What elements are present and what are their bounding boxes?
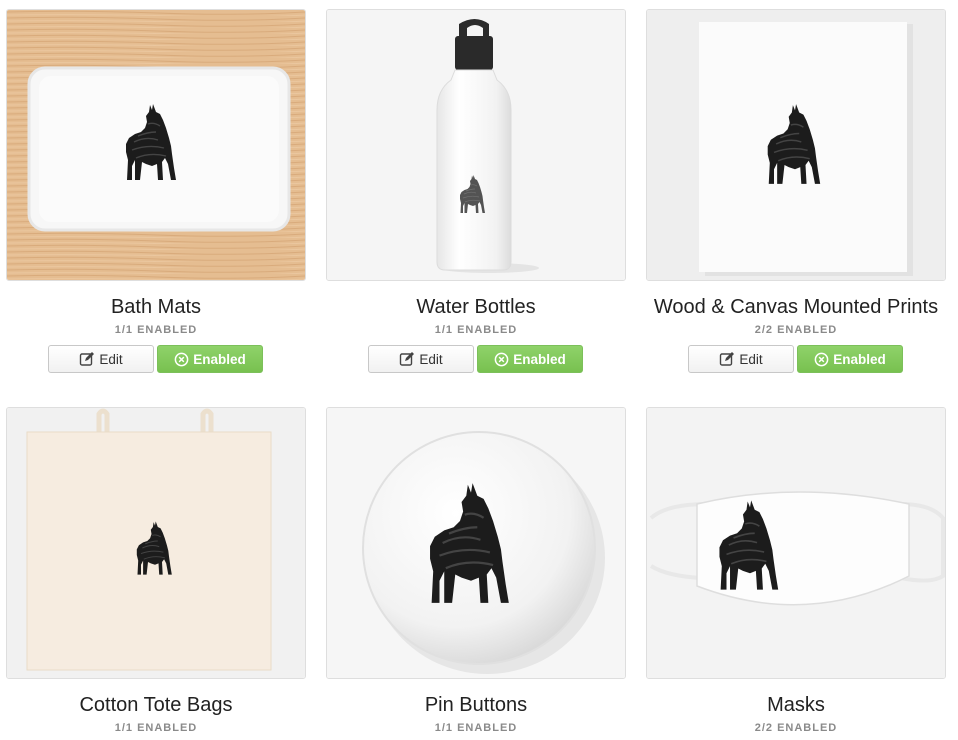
- product-title: Water Bottles: [416, 296, 536, 318]
- close-circle-icon: [814, 352, 829, 367]
- product-title: Pin Buttons: [424, 694, 528, 716]
- product-title: Wood & Canvas Mounted Prints: [653, 296, 939, 318]
- edit-icon: [399, 351, 415, 367]
- edit-icon: [79, 351, 95, 367]
- edit-button-label: Edit: [739, 351, 763, 367]
- product-image-bath-mat[interactable]: [6, 9, 306, 281]
- product-image-water-bottle[interactable]: [326, 9, 626, 281]
- product-image-pin-button[interactable]: [326, 407, 626, 679]
- product-image-mask[interactable]: [646, 407, 946, 679]
- product-title: Bath Mats: [110, 296, 202, 318]
- product-grid: Bath Mats 1/1 ENABLED Edit Enabled Water…: [0, 0, 958, 740]
- enabled-count: 1/1 ENABLED: [434, 324, 518, 336]
- enabled-toggle-button[interactable]: Enabled: [477, 345, 583, 373]
- edit-icon: [719, 351, 735, 367]
- edit-button-label: Edit: [99, 351, 123, 367]
- edit-button[interactable]: Edit: [48, 345, 154, 373]
- enabled-count: 2/2 ENABLED: [754, 324, 838, 336]
- product-image-mounted-print[interactable]: [646, 9, 946, 281]
- enabled-count: 1/1 ENABLED: [114, 324, 198, 336]
- enabled-count: 2/2 ENABLED: [754, 722, 838, 734]
- product-image-tote-bag[interactable]: [6, 407, 306, 679]
- close-circle-icon: [174, 352, 189, 367]
- enabled-toggle-button[interactable]: Enabled: [797, 345, 903, 373]
- edit-button[interactable]: Edit: [688, 345, 794, 373]
- enabled-button-label: Enabled: [193, 351, 246, 367]
- enabled-button-label: Enabled: [513, 351, 566, 367]
- enabled-count: 1/1 ENABLED: [114, 722, 198, 734]
- enabled-count: 1/1 ENABLED: [434, 722, 518, 734]
- enabled-toggle-button[interactable]: Enabled: [157, 345, 263, 373]
- edit-button[interactable]: Edit: [368, 345, 474, 373]
- edit-button-label: Edit: [419, 351, 443, 367]
- product-title: Cotton Tote Bags: [79, 694, 233, 716]
- enabled-button-label: Enabled: [833, 351, 886, 367]
- close-circle-icon: [494, 352, 509, 367]
- product-title: Masks: [767, 694, 825, 716]
